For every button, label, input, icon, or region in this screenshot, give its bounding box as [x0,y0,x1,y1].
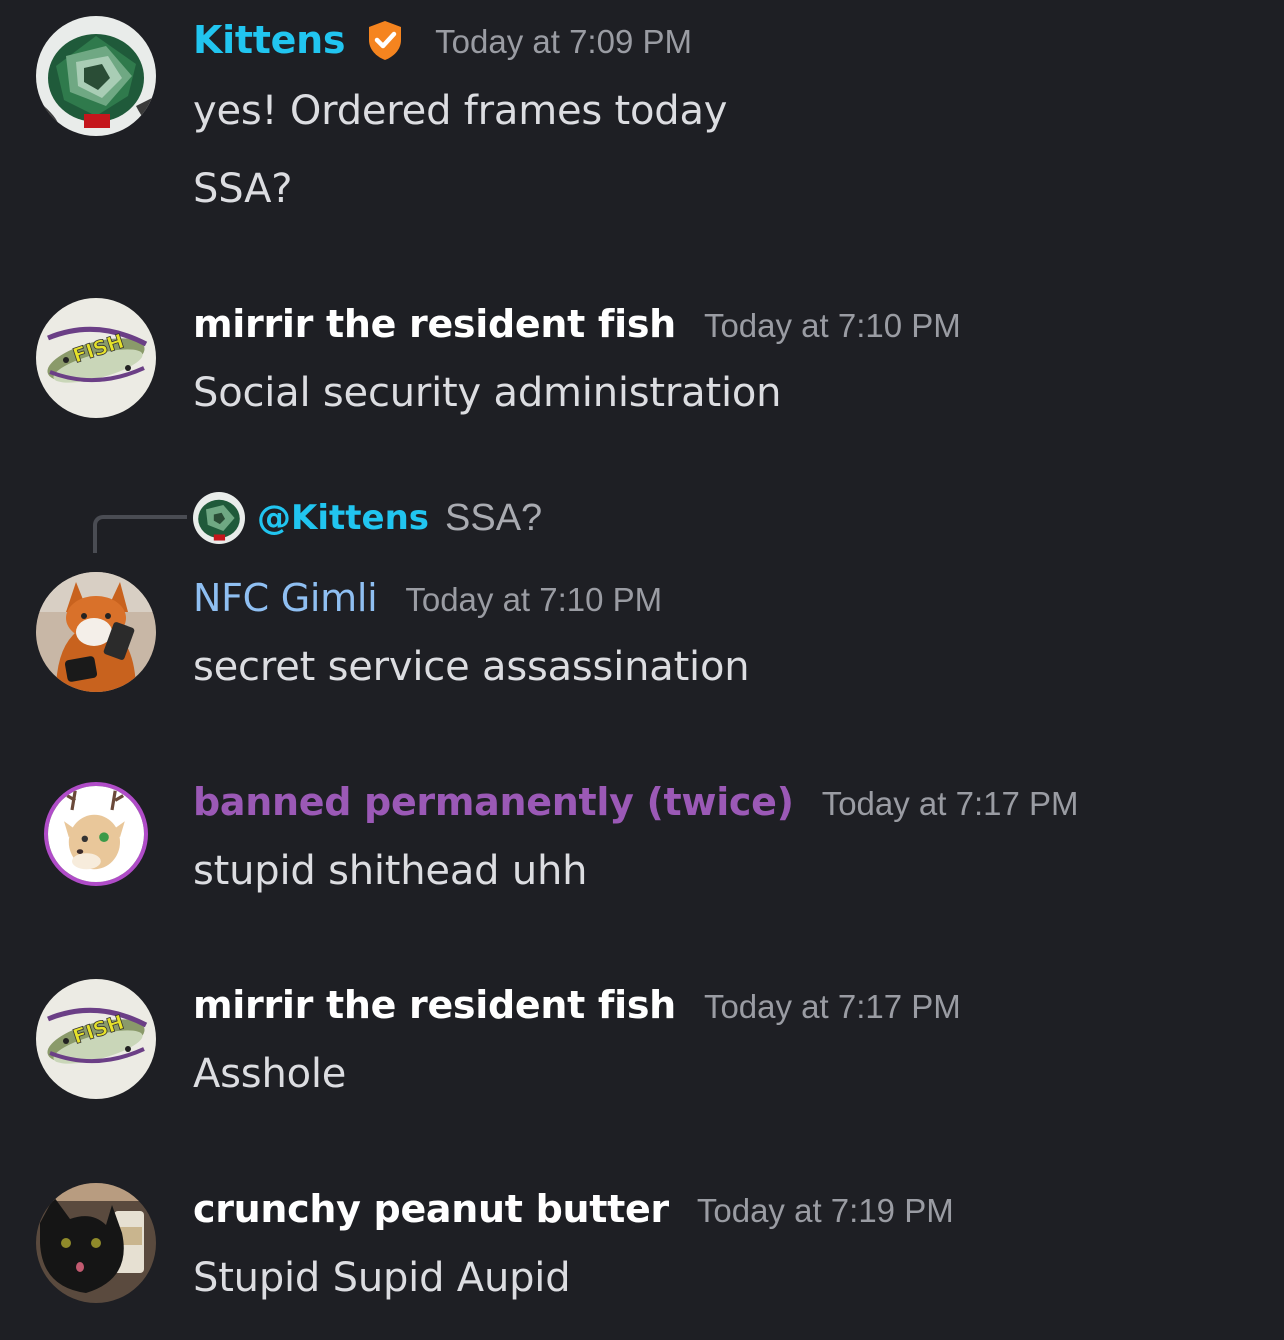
message-text: Stupid Supid Aupid [193,1255,571,1301]
avatar-nfc-gimli[interactable] [36,572,156,692]
avatar-mirrir[interactable]: FISH [36,298,156,418]
reply-connector [93,515,187,553]
reply-preview-text: SSA? [445,496,543,539]
message-text: Social security administration [193,370,782,416]
timestamp: Today at 7:10 PM [703,307,961,344]
avatar-banned[interactable] [44,782,148,886]
timestamp: Today at 7:17 PM [821,785,1079,822]
username-nfc-gimli[interactable]: NFC Gimli [193,576,378,620]
message-text: stupid shithead uhh [193,848,588,894]
message-text: secret service assassination [193,644,750,690]
username-mirrir[interactable]: mirrir the resident fish [193,983,676,1027]
reply-reference[interactable]: @Kittens SSA? [193,492,542,544]
timestamp: Today at 7:17 PM [703,988,961,1025]
timestamp: Today at 7:19 PM [696,1192,954,1229]
reply-avatar-kittens [193,492,245,544]
message-text: yes! Ordered frames today [193,88,728,134]
username-mirrir[interactable]: mirrir the resident fish [193,302,676,346]
message-text: Asshole [193,1051,347,1097]
timestamp: Today at 7:09 PM [435,23,692,60]
reply-mention[interactable]: @Kittens [257,498,429,538]
username-kittens[interactable]: Kittens [193,18,345,62]
avatar-mirrir[interactable]: FISH [36,979,156,1099]
message-text: SSA? [193,166,293,212]
avatar-crunchy-peanut-butter[interactable] [36,1183,156,1303]
username-banned[interactable]: banned permanently (twice) [193,780,794,824]
verified-check-icon [363,18,407,62]
avatar-kittens[interactable] [36,16,156,136]
username-crunchy[interactable]: crunchy peanut butter [193,1187,669,1231]
timestamp: Today at 7:10 PM [405,581,663,618]
